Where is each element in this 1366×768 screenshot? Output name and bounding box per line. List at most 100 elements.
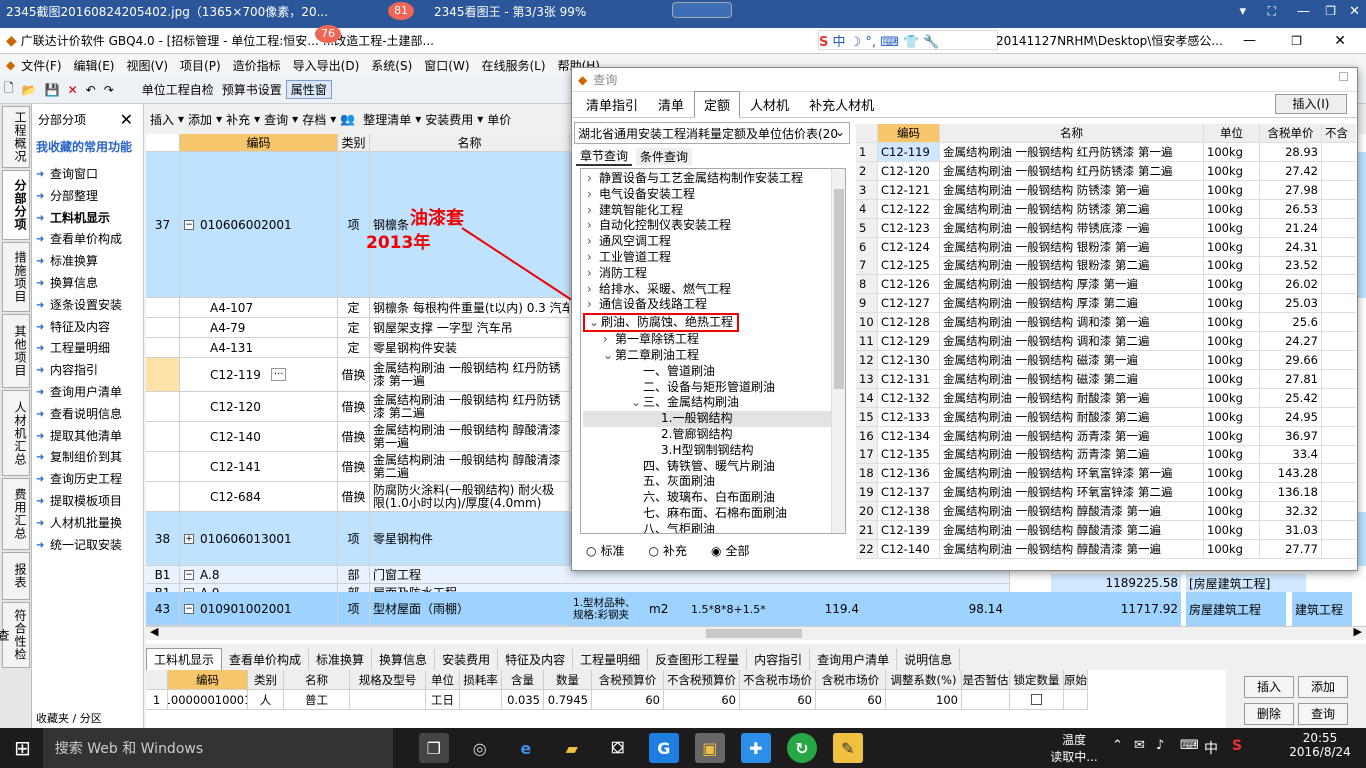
fav-item[interactable]: 复制组价到其 [32,447,143,469]
quota-cell[interactable]: 25.6 [1260,313,1322,333]
bottom-cell[interactable]: 普工 [284,690,350,710]
tree-node[interactable]: › 静置设备与工艺金属结构制作安装工程 [583,171,845,187]
bottom-col-header[interactable]: 含税预算价 [592,670,664,690]
quota-cell[interactable]: 金属结构刷油 一般钢结构 环氧富锌漆 第一遍 [940,464,1204,484]
chevron-right-icon[interactable]: › [587,171,599,187]
fav-item[interactable]: 换算信息 [32,273,143,295]
redo-icon[interactable]: ↷ [100,83,118,97]
bottom-cell[interactable]: 60 [664,690,740,710]
quota-cell[interactable]: 金属结构刷油 一般钢结构 沥青漆 第一遍 [940,426,1204,446]
vtab-overview[interactable]: 工程概况 [2,106,30,168]
tree-node[interactable]: › 自动化控制仪表安装工程 [583,218,845,234]
tree-node[interactable]: 四、铸铁管、暖气片刷油 [583,459,845,475]
quota-cell[interactable]: 1 [856,143,878,162]
quota-cell[interactable]: C12-126 [878,275,940,295]
tray-chevron-icon[interactable]: ⌃ [1112,738,1123,753]
bottom-insert-button[interactable]: 插入 [1244,676,1294,698]
subtab-condition[interactable]: 条件查询 [636,147,693,165]
bottom-tab[interactable]: 查询用户清单 [810,648,898,670]
chevron-right-icon[interactable]: › [587,203,599,219]
bottom-tab[interactable]: 安装费用 [435,648,499,670]
quota-cell[interactable]: 100kg [1204,256,1260,276]
quota-cell[interactable]: 100kg [1204,237,1260,257]
ellipsis-button[interactable]: ··· [270,368,287,381]
bottom-col-header[interactable]: 数量 [544,670,592,690]
quota-cell[interactable]: 11 [856,332,878,351]
task-view-icon[interactable]: ❐ [418,733,449,763]
ime-indicator[interactable]: 中 [1204,738,1218,758]
save-icon[interactable]: 💾 [41,83,64,97]
expand-icon[interactable]: + [184,533,194,544]
grid-cell-code[interactable]: C12-119 ··· [180,358,338,392]
weather-widget[interactable]: 温度 读取中... [1044,731,1104,765]
browser-g-icon[interactable]: G [648,733,679,763]
lock-checkbox[interactable] [1031,694,1042,705]
bottom-tab[interactable]: 内容指引 [747,648,811,670]
bottom-col-header[interactable]: 损耗率 [460,670,502,690]
panel-close-icon[interactable]: ✕ [120,110,133,129]
fav-item[interactable]: 标准换算 [32,251,143,273]
tree-node[interactable]: 七、麻布面、石棉布面刷油 [583,506,845,522]
tree-node[interactable]: ⌄ 刷油、防腐蚀、绝热工程 [583,313,739,333]
bottom-tab[interactable]: 说明信息 [897,648,961,670]
quota-cell[interactable]: 18 [856,464,878,484]
quota-cell[interactable]: 33.4 [1260,445,1322,465]
chevron-right-icon[interactable]: › [587,266,599,282]
quota-cell[interactable]: 22 [856,539,878,559]
grid-cell-no[interactable]: 37 [146,152,180,298]
bottom-cell[interactable]: 100 [886,690,962,710]
quota-cell[interactable]: C12-133 [878,407,940,427]
bottom-col-header[interactable]: 规格及型号 [350,670,426,690]
app-close-icon[interactable]: ✕ [1334,33,1346,49]
quota-cell[interactable]: 27.98 [1260,180,1322,200]
quota-cell[interactable]: 24.95 [1260,407,1322,427]
fav-item[interactable]: 工料机显示 [32,208,143,230]
vtab-reports[interactable]: 报表 [2,552,30,600]
quota-cell[interactable]: 25.42 [1260,388,1322,408]
quota-cell[interactable]: 100kg [1204,161,1260,181]
chevron-right-icon[interactable]: › [587,297,599,313]
quota-cell[interactable]: C12-129 [878,332,940,351]
bottom-col-header[interactable]: 含税市场价 [816,670,886,690]
quota-cell[interactable]: 100kg [1204,199,1260,219]
menu-cost-index[interactable]: 造价指标 [227,57,287,74]
bottom-cell[interactable]: 工日 [426,690,460,710]
quota-cell[interactable]: 金属结构刷油 一般钢结构 沥青漆 第二遍 [940,445,1204,465]
quota-cell[interactable]: 17 [856,445,878,465]
bottom-cell[interactable]: 0.035 [502,690,544,710]
volume-icon[interactable]: ♪ [1156,738,1164,753]
chevron-down-icon[interactable]: ▾ [1239,4,1246,19]
quota-cell[interactable]: 4 [856,199,878,219]
dtab-supplement[interactable]: 补充人材机 [799,91,884,118]
quota-cell[interactable]: 100kg [1204,294,1260,314]
keyboard-icon[interactable]: ⌨ [1180,738,1199,753]
quota-cell[interactable]: C12-132 [878,388,940,408]
quota-cell[interactable]: 金属结构刷油 一般钢结构 醇酸清漆 第一遍 [940,502,1204,522]
sogou-tray-icon[interactable]: S [1232,738,1242,754]
organize-button[interactable]: 整理清单 [359,111,415,128]
quota-cell[interactable]: 16 [856,426,878,446]
bottom-cell[interactable] [460,690,502,710]
grid-cell-name[interactable]: 零星钢构件 [370,512,570,566]
refresh-app-icon[interactable]: ↻ [786,733,817,763]
dtab-guide[interactable]: 清单指引 [576,91,648,118]
bottom-cell[interactable]: 0.7945 [544,690,592,710]
grid-cell-name[interactable]: 金属结构刷油 一般钢结构 红丹防锈漆 第二遍 [370,392,570,422]
grid-cell-code[interactable]: C12-140 [180,422,338,452]
qcol-name[interactable]: 名称 [940,124,1204,143]
bottom-tab[interactable]: 反查图形工程量 [648,648,748,670]
chevron-right-icon[interactable]: › [587,282,599,298]
vtab-fees[interactable]: 费用汇总 [2,478,30,550]
quota-cell[interactable]: 金属结构刷油 一般钢结构 醇酸清漆 第二遍 [940,521,1204,540]
quota-cell[interactable]: C12-134 [878,426,940,446]
bottom-add-button[interactable]: 添加 [1298,676,1348,698]
bottom-delete-button[interactable]: 删除 [1244,703,1294,725]
bottom-cell[interactable]: 60 [740,690,816,710]
grid-cell-no[interactable] [146,422,180,452]
quota-cell[interactable]: C12-122 [878,199,940,219]
quota-cell[interactable]: 136.18 [1260,483,1322,503]
chevron-right-icon[interactable]: › [603,332,615,348]
vtab-measures[interactable]: 措施项目 [2,242,30,312]
tree-node[interactable]: 五、灰面刷油 [583,474,845,490]
self-check-button[interactable]: 单位工程自检 [138,81,218,98]
